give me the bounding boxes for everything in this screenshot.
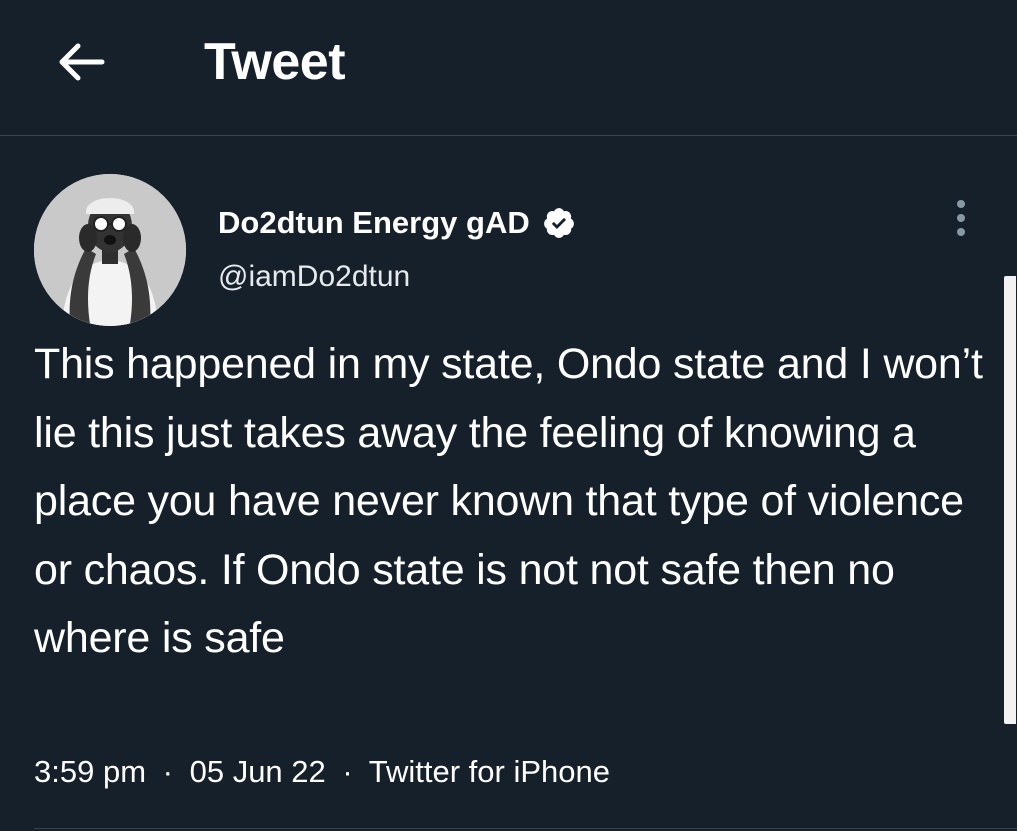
tweet-source[interactable]: Twitter for iPhone [369, 754, 610, 789]
more-options-button[interactable] [944, 196, 978, 240]
meta-separator: · [342, 754, 353, 789]
author-handle[interactable]: @iamDo2dtun [218, 258, 410, 296]
top-bar: Tweet [0, 0, 1017, 136]
tweet-meta: 3:59 pm · 05 Jun 22 · Twitter for iPhone [34, 750, 610, 794]
scrollbar-thumb[interactable] [1004, 276, 1016, 724]
tweet-text: This happened in my state, Ondo state an… [34, 340, 983, 663]
avatar-photo [34, 174, 186, 326]
page-title: Tweet [204, 33, 346, 91]
avatar[interactable] [34, 174, 186, 326]
author-name-text: Do2dtun Energy gAD [218, 205, 530, 240]
author-display-name[interactable]: Do2dtun Energy gAD [218, 204, 576, 242]
arrow-left-icon [59, 43, 105, 81]
meta-separator: · [162, 754, 173, 789]
verified-badge-icon [543, 208, 574, 238]
tweet-time[interactable]: 3:59 pm [34, 754, 146, 789]
divider [34, 828, 1017, 829]
tweet-date[interactable]: 05 Jun 22 [190, 754, 326, 789]
back-button[interactable] [50, 34, 110, 90]
more-vertical-icon [957, 200, 965, 236]
